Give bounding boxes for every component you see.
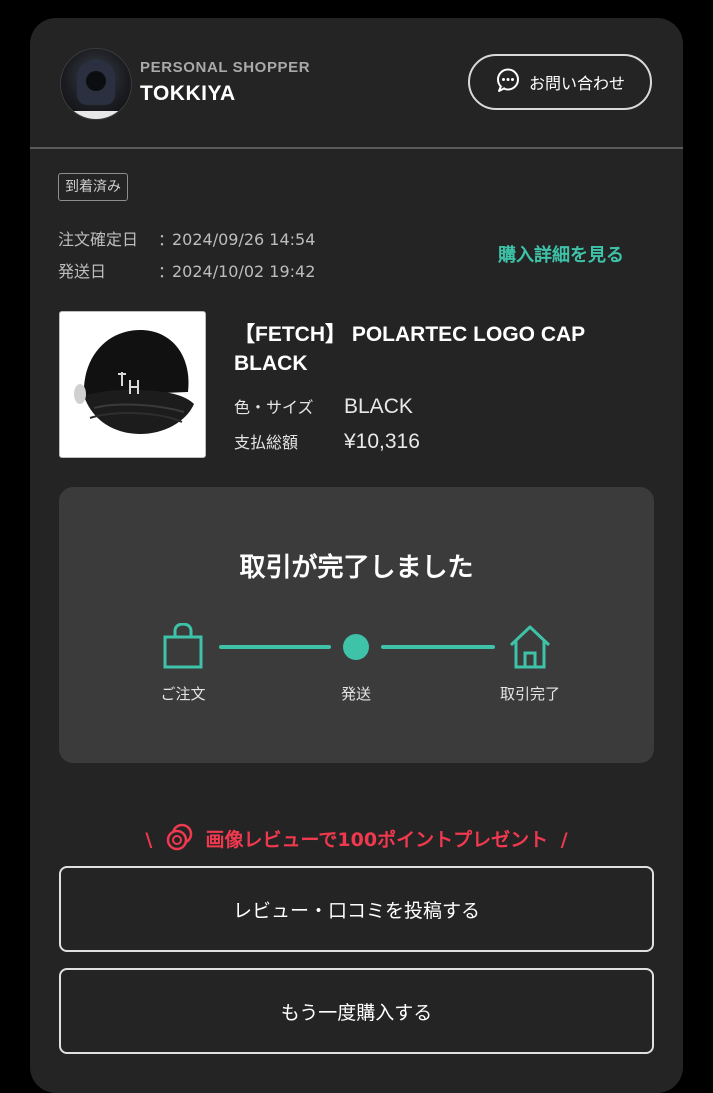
shipped-row: 発送日 ：2024/10/02 19:42 — [58, 258, 315, 282]
step-label-shipped: 発送 — [340, 685, 371, 703]
avatar[interactable] — [60, 48, 132, 120]
progress-panel: 取引が完了しました ご注文 発送 取引完了 — [59, 487, 654, 763]
color-size-label: 色・サイズ — [234, 398, 314, 417]
cap-image — [60, 312, 205, 457]
shopper-header: PERSONAL SHOPPER TOKKIYA お問い合わせ — [30, 18, 683, 148]
shipped-value: 2024/10/02 19:42 — [172, 262, 316, 281]
buy-again-button[interactable]: もう一度購入する — [59, 968, 654, 1054]
total-label: 支払総額 — [234, 433, 299, 452]
product-image[interactable] — [59, 311, 206, 458]
coins-icon — [165, 823, 206, 851]
contact-button[interactable]: お問い合わせ — [468, 54, 652, 110]
product-title[interactable]: 【FETCH】 POLARTEC LOGO CAP BLACK — [234, 320, 654, 378]
shopper-name[interactable]: TOKKIYA — [140, 82, 236, 106]
post-review-button-label: レビュー・口コミを投稿する — [232, 899, 480, 922]
shopper-role: PERSONAL SHOPPER — [140, 59, 311, 76]
post-review-button[interactable]: レビュー・口コミを投稿する — [59, 866, 654, 952]
progress-line-1 — [219, 645, 331, 649]
house-icon — [508, 623, 552, 671]
avatar-stripe — [61, 111, 131, 119]
shipped-separator: ： — [158, 262, 175, 281]
promo-text: 画像レビューで100ポイントプレゼント — [205, 829, 549, 851]
contact-button-label: お問い合わせ — [528, 74, 625, 93]
purchase-detail-link[interactable]: 購入詳細を見る — [498, 241, 624, 267]
avatar-face-shape — [86, 71, 106, 91]
progress-title: 取引が完了しました — [239, 553, 474, 583]
status-badge: 到着済み — [58, 173, 128, 201]
promo-left-mark: \ — [145, 829, 153, 851]
shopping-bag-icon — [161, 622, 205, 671]
chat-bubble-icon — [495, 67, 521, 97]
order-confirmed-label: 注文確定日 — [58, 230, 139, 249]
product-color-size-row: 色・サイズ BLACK — [234, 394, 413, 419]
order-card: PERSONAL SHOPPER TOKKIYA お問い合わせ 到着済み 注文確… — [30, 18, 683, 1093]
order-confirmed-separator: ： — [158, 230, 175, 249]
order-confirmed-row: 注文確定日 ：2024/09/26 14:54 — [58, 226, 315, 250]
step-label-order: ご注文 — [160, 685, 206, 703]
color-size-value: BLACK — [344, 395, 413, 418]
product-total-row: 支払総額 ¥10,316 — [234, 429, 420, 454]
buy-again-button-label: もう一度購入する — [280, 1001, 433, 1024]
shipped-label: 発送日 — [58, 262, 107, 281]
total-value: ¥10,316 — [344, 430, 420, 453]
review-promo: \ 画像レビューで100ポイントプレゼント / — [30, 822, 683, 852]
dot-icon — [343, 634, 369, 660]
header-divider — [30, 147, 683, 149]
order-confirmed-value: 2024/09/26 14:54 — [172, 230, 316, 249]
step-label-complete: 取引完了 — [499, 685, 560, 703]
progress-line-2 — [381, 645, 495, 649]
promo-right-mark: / — [560, 829, 568, 851]
